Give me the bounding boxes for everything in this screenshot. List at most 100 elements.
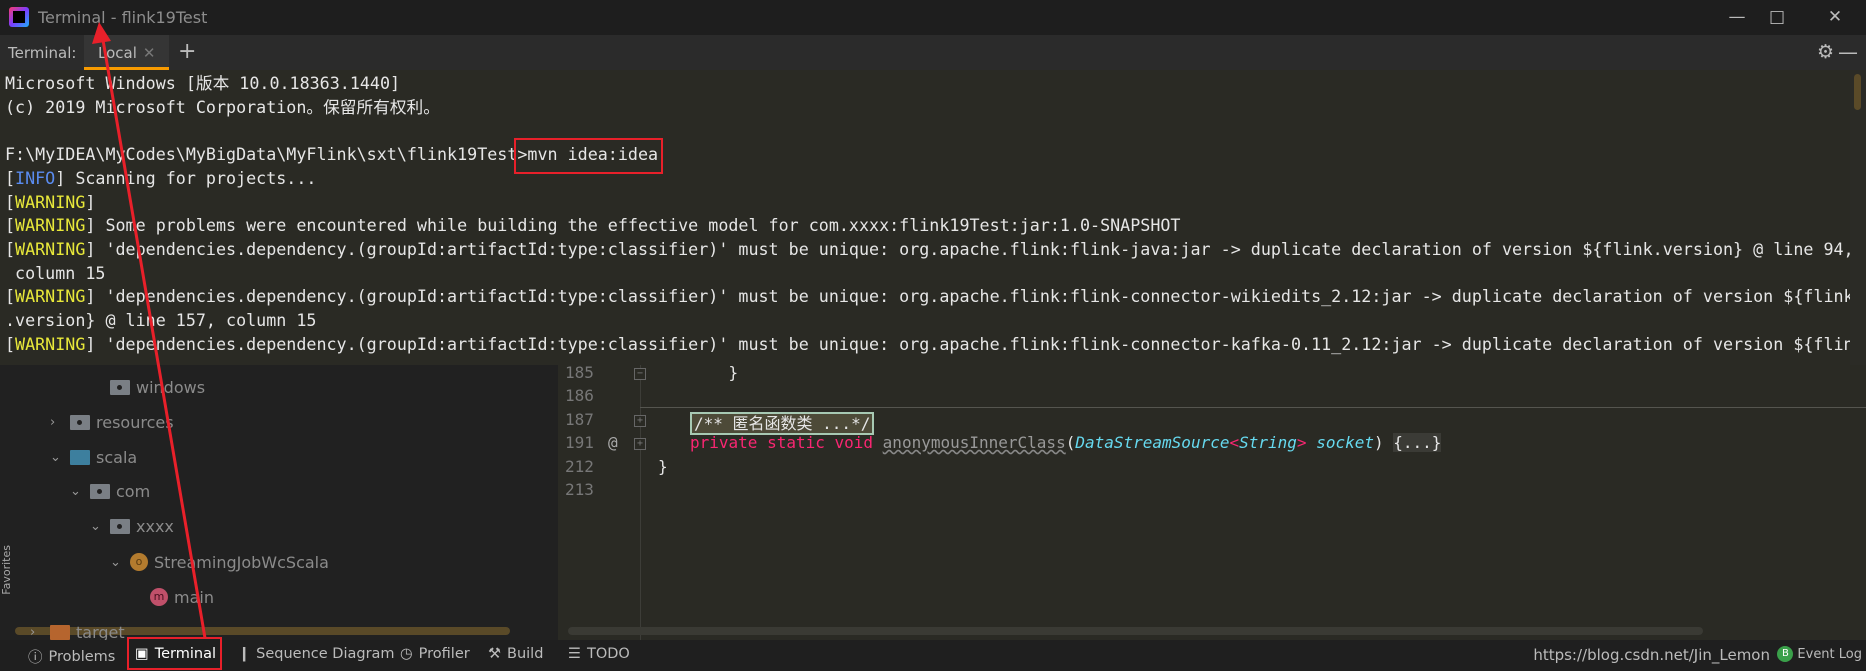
tool-window-build[interactable]: ⚒ Build — [488, 646, 543, 662]
line-number: 191 — [565, 433, 594, 452]
tree-item-main[interactable]: m main — [130, 585, 214, 609]
tool-window-label: Problems — [48, 648, 116, 665]
method-name: anonymousInnerClass — [882, 433, 1066, 452]
window-title: Terminal - flink19Test — [38, 8, 208, 27]
sequence-diagram-icon: ❙ — [238, 646, 251, 662]
terminal-line: .version} @ line 157, column 15 — [5, 310, 317, 331]
annotation-box-terminal — [127, 637, 222, 670]
tree-item-streamingjobwcscala[interactable]: ⌄ o StreamingJobWcScala — [110, 550, 329, 574]
code-line: } — [690, 363, 739, 382]
gear-icon[interactable]: ⚙ — [1817, 41, 1834, 63]
terminal-line: [WARNING] 'dependencies.dependency.(grou… — [5, 333, 1850, 354]
code-line: } — [658, 457, 668, 476]
terminal-line: [WARNING] Some problems were encountered… — [5, 215, 1181, 236]
maximize-button[interactable]: □ — [1757, 4, 1797, 30]
problems-icon: ⓘ — [28, 650, 43, 666]
close-tab-icon[interactable]: ✕ — [143, 44, 156, 62]
package-folder-icon — [110, 379, 130, 395]
chevron-icon[interactable]: ⌄ — [50, 450, 64, 465]
close-button[interactable]: ✕ — [1815, 4, 1855, 30]
annotation-box-command — [514, 138, 663, 174]
terminal-tab-bar: Terminal: Local ✕ + ⚙ — — [0, 35, 1866, 70]
watermark-url: https://blog.csdn.net/Jin_Lemon — [1533, 646, 1770, 664]
tool-window-bar: https://blog.csdn.net/Jin_Lemon B Event … — [0, 640, 1866, 671]
terminal-line: Microsoft Windows [版本 10.0.18363.1440] — [5, 73, 401, 93]
chevron-icon[interactable]: › — [30, 625, 44, 640]
event-log-button[interactable]: B Event Log — [1777, 646, 1862, 662]
event-log-label: Event Log — [1797, 646, 1862, 662]
resources-folder-icon — [70, 414, 90, 430]
tree-item-label: windows — [136, 377, 206, 397]
tool-window-profiler[interactable]: ◷ Profiler — [400, 646, 470, 662]
event-log-badge-icon: B — [1777, 646, 1794, 662]
terminal-scrollbar[interactable] — [1854, 74, 1861, 110]
tree-item-scala[interactable]: ⌄ scala — [50, 445, 137, 469]
tree-item-label: target — [76, 622, 125, 641]
method-separator — [640, 407, 1866, 408]
override-gutter-icon[interactable]: @ — [608, 433, 618, 452]
terminal-line: (c) 2019 Microsoft Corporation。保留所有权利。 — [5, 96, 440, 117]
terminal-label: Terminal: — [8, 44, 77, 62]
param-type: DataStreamSource — [1075, 433, 1230, 452]
code-editor[interactable]: 185 } − 186 187 /** 匿名函数类 ...*/ +191 @ private … — [558, 363, 1866, 640]
chevron-icon[interactable]: ⌄ — [90, 519, 104, 534]
folded-comment[interactable]: /** 匿名函数类 ...*/ — [690, 412, 875, 435]
tree-item-target[interactable]: › target — [30, 620, 125, 641]
todo-icon: ☰ — [568, 646, 581, 662]
build-icon: ⚒ — [488, 646, 501, 662]
favorites-side-tab[interactable]: Favorites — [0, 545, 14, 595]
fold-marker-icon[interactable]: + — [634, 438, 646, 450]
hide-panel-button[interactable]: — — [1838, 40, 1858, 64]
tab-label: Local — [98, 44, 137, 62]
line-number: 186 — [565, 386, 594, 405]
terminal-line: column 15 — [5, 262, 106, 283]
tool-window-label: Profiler — [418, 646, 470, 662]
modifiers: private static void — [690, 433, 874, 452]
tree-item-label: main — [174, 587, 214, 607]
package-folder-icon — [90, 483, 110, 499]
tool-window-todo[interactable]: ☰ TODO — [568, 646, 630, 662]
watermark-text: https://blog.csdn.net/Jin_Lemon — [1533, 646, 1770, 664]
profiler-icon: ◷ — [400, 646, 413, 662]
terminal-output[interactable]: Microsoft Windows [版本 10.0.18363.1440] (c… — [0, 70, 1850, 365]
chevron-icon[interactable]: ⌄ — [110, 555, 124, 570]
tree-item-windows[interactable]: windows — [90, 375, 205, 399]
tree-item-xxxx[interactable]: ⌄ xxxx — [90, 514, 174, 538]
tool-window-label: Build — [507, 646, 544, 662]
tree-item-resources[interactable]: › resources — [50, 410, 174, 434]
terminal-line: [WARNING] 'dependencies.dependency.(grou… — [5, 238, 1850, 259]
line-number: 187 — [565, 410, 594, 429]
chevron-icon[interactable]: ⌄ — [70, 484, 84, 499]
chevron-icon[interactable]: › — [50, 415, 64, 430]
excluded-folder-icon — [50, 624, 70, 640]
title-bar: Terminal - flink19Test — □ ✕ — [0, 0, 1866, 35]
code-line: /** 匿名函数类 ...*/ — [690, 410, 875, 435]
tree-item-label: xxxx — [136, 516, 174, 536]
tree-item-label: StreamingJobWcScala — [154, 552, 329, 572]
method-icon: m — [150, 588, 168, 606]
tree-item-label: com — [116, 481, 151, 501]
line-number: 212 — [565, 457, 594, 476]
fold-marker-icon[interactable]: − — [634, 368, 646, 380]
fold-marker-icon[interactable]: + — [634, 415, 646, 427]
tool-window-label: Sequence Diagram — [256, 646, 395, 662]
tab-local[interactable]: Local ✕ — [84, 35, 169, 70]
terminal-line: [WARNING] — [5, 191, 96, 212]
tree-item-label: resources — [96, 412, 174, 432]
tool-window-label: TODO — [587, 646, 630, 662]
generic-type: String — [1239, 433, 1297, 452]
terminal-line: F:\MyIDEA\MyCodes\MyBigData\MyFlink\sxt\… — [5, 144, 659, 165]
tree-item-com[interactable]: ⌄ com — [70, 479, 150, 503]
tree-item-label: scala — [96, 447, 138, 467]
new-session-button[interactable]: + — [178, 39, 196, 64]
project-tree: windows › resources ⌄ scala ⌄ com ⌄ xxxx ⌄ o Stream… — [0, 365, 558, 640]
terminal-line: [WARNING] 'dependencies.dependency.(grou… — [5, 286, 1850, 307]
code-line: private static void anonymousInnerClass(… — [690, 433, 1442, 452]
editor-horizontal-scrollbar[interactable] — [568, 627, 1703, 635]
tool-window-problems[interactable]: ⓘ Problems — [28, 646, 115, 667]
tool-window-sequence-diagram[interactable]: ❙ Sequence Diagram — [238, 646, 395, 662]
source-folder-icon — [70, 449, 90, 465]
minimize-button[interactable]: — — [1717, 4, 1757, 30]
folded-body[interactable]: {...} — [1393, 433, 1442, 452]
